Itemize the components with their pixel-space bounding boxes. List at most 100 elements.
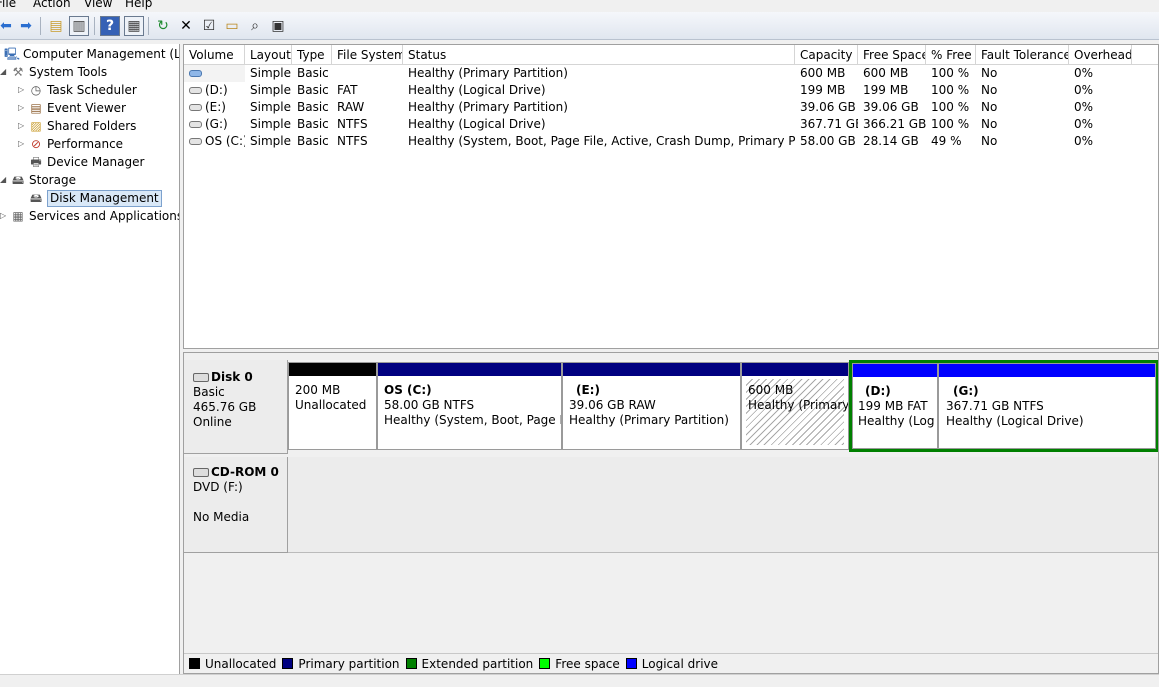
toolbar-separator [40,17,41,35]
expander-icon[interactable]: ◢ [0,63,10,81]
forward-arrow-icon[interactable]: ➡ [16,16,36,36]
cdrom-empty-area [288,457,1158,553]
tree-item-services-applications[interactable]: ▷ ▦ Services and Applications [0,207,180,225]
cell-fault-tolerance: No [981,134,998,148]
partition-name: (G:) [953,384,979,398]
disk-status: Online [193,415,232,429]
expander-icon[interactable]: ▷ [18,117,28,135]
show-action-pane-icon[interactable]: ▦ [124,16,144,36]
legend-item: Primary partition [282,657,400,671]
tree-item-computer-management[interactable]: ▲ 🖳 Computer Management (Local [0,45,180,63]
partition-name: (E:) [576,383,600,397]
partition-g[interactable]: (G:) 367.71 GB NTFS Healthy (Logical Dri… [938,363,1156,449]
partition-color-bar [853,364,937,377]
tree-item-performance[interactable]: ▷ ⊘ Performance [18,135,123,153]
partition-e[interactable]: (E:) 39.06 GB RAW Healthy (Primary Parti… [562,362,741,450]
menu-action[interactable]: Action [33,0,71,11]
cell-type: Basic [297,100,329,114]
show-hide-tree-icon[interactable]: ▥ [69,16,89,36]
back-arrow-icon[interactable]: ⬅ [0,16,16,36]
partition-status: Healthy (Primary Partition) [569,413,729,427]
legend-item: Extended partition [405,657,533,671]
table-row[interactable]: OS (C:) Simple Basic NTFS Healthy (Syste… [184,133,1158,150]
legend-item: Free space [539,657,620,671]
cell-type: Basic [297,83,329,97]
refresh-icon[interactable]: ↻ [153,16,173,36]
cell-volume [184,65,245,82]
column-header-percent-free[interactable]: % Free [926,45,976,65]
tree-item-label: Task Scheduler [47,83,137,97]
cell-type: Basic [297,117,329,131]
cell-status: Healthy (Logical Drive) [408,83,546,97]
disk-0-label[interactable]: Disk 0 Basic 465.76 GB Online [184,360,288,454]
partition-size: 199 MB FAT [858,399,928,413]
partition-name: OS (C:) [384,383,432,397]
storage-icon: 🖴 [11,173,25,187]
expander-icon[interactable]: ▷ [18,135,28,153]
volume-icon [189,70,202,77]
cell-percent-free: 100 % [931,83,970,97]
tree-item-shared-folders[interactable]: ▷ ▨ Shared Folders [18,117,136,135]
cell-layout: Simple [250,66,291,80]
menu-help[interactable]: Help [125,0,152,11]
partition-d[interactable]: (D:) 199 MB FAT Healthy (Log [852,363,938,449]
help-icon[interactable]: ? [100,16,120,36]
cell-percent-free: 100 % [931,66,970,80]
column-header-fault-tolerance[interactable]: Fault Tolerance [976,45,1069,65]
menu-file[interactable]: File [0,0,16,11]
cell-capacity: 58.00 GB [800,134,856,148]
tree-item-label: Services and Applications [29,209,180,223]
console-tree: ▲ 🖳 Computer Management (Local ◢ ⚒ Syste… [0,44,180,674]
partition-c[interactable]: OS (C:) 58.00 GB NTFS Healthy (System, B… [377,362,562,450]
cell-layout: Simple [250,134,291,148]
tree-item-storage[interactable]: ◢ 🖴 Storage [0,171,76,189]
tree-item-label: Computer Management (Local [23,47,180,61]
column-header-status[interactable]: Status [403,45,795,65]
partition-600mb[interactable]: 600 MB Healthy (Primary [741,362,849,450]
column-header-overhead[interactable]: Overhead [1069,45,1132,65]
column-header-capacity[interactable]: Capacity [795,45,858,65]
expander-icon[interactable]: ▷ [18,81,28,99]
cell-capacity: 39.06 GB [800,100,856,114]
table-row[interactable]: (E:) Simple Basic RAW Healthy (Primary P… [184,99,1158,116]
tree-item-disk-management[interactable]: 🖴 Disk Management [18,189,162,207]
cell-layout: Simple [250,83,291,97]
disk-title: Disk 0 [193,370,287,385]
delete-icon[interactable]: ✕ [176,16,196,36]
cell-free-space: 39.06 GB [863,100,919,114]
tree-item-event-viewer[interactable]: ▷ ▤ Event Viewer [18,99,126,117]
up-folder-icon[interactable]: ▤ [46,16,66,36]
column-header-file-system[interactable]: File System [332,45,403,65]
expander-icon[interactable]: ◢ [0,171,10,189]
expander-icon[interactable]: ▷ [0,207,10,225]
cell-file-system [332,65,403,82]
expander-icon[interactable]: ▷ [18,99,28,117]
tree-item-system-tools[interactable]: ◢ ⚒ System Tools [0,63,107,81]
column-header-type[interactable]: Type [292,45,332,65]
menu-view[interactable]: View [84,0,112,11]
menu-bar: File Action View Help [0,0,1159,12]
tree-item-device-manager[interactable]: 🖶 Device Manager [18,153,144,171]
cell-free-space: 366.21 GB [863,117,926,131]
column-header-layout[interactable]: Layout [245,45,292,65]
column-header-volume[interactable]: Volume [184,45,245,65]
column-header-free-space[interactable]: Free Space [858,45,926,65]
table-row[interactable]: (D:) Simple Basic FAT Healthy (Logical D… [184,82,1158,99]
partition-status: Healthy (System, Boot, Page File [384,413,562,427]
cell-overhead: 0% [1074,83,1094,97]
table-row[interactable]: Simple Basic Healthy (Primary Partition)… [184,65,1158,82]
cell-volume: (E:) [184,99,245,116]
device-manager-icon: 🖶 [30,155,42,169]
disk-size: 465.76 GB [193,400,257,414]
rescan-icon[interactable]: ⌕ [245,16,265,36]
table-row[interactable]: (G:) Simple Basic NTFS Healthy (Logical … [184,116,1158,133]
cell-free-space: 600 MB [863,66,909,80]
partition-unallocated[interactable]: 200 MB Unallocated [288,362,377,450]
tree-item-task-scheduler[interactable]: ▷ ◷ Task Scheduler [18,81,137,99]
properties-icon[interactable]: ☑ [199,16,219,36]
cdrom-0-label[interactable]: CD-ROM 0 DVD (F:) No Media [184,457,288,553]
partition-size: 367.71 GB NTFS [946,399,1044,413]
export-icon[interactable]: ▣ [268,16,288,36]
open-icon[interactable]: ▭ [222,16,242,36]
cell-fault-tolerance: No [981,117,998,131]
